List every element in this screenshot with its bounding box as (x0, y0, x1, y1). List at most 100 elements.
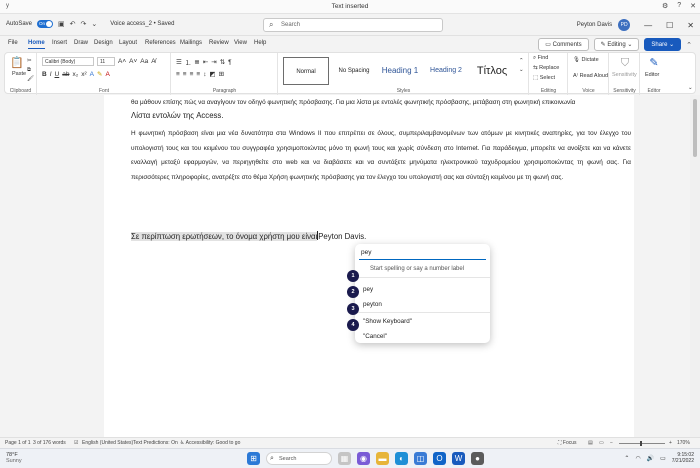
tab-design[interactable]: Design (94, 40, 113, 46)
taskbar-search[interactable]: Search (266, 452, 332, 465)
highlight-icon[interactable]: ✎ (97, 70, 102, 78)
tab-draw[interactable]: Draw (74, 40, 88, 46)
file-explorer-icon[interactable]: ▦ (338, 452, 351, 465)
tray-overflow-icon[interactable]: ⌃ (624, 455, 629, 462)
settings-icon[interactable]: ⚙ (662, 2, 668, 10)
proofing-icon[interactable]: ☑ (74, 440, 78, 446)
tab-review[interactable]: Review (209, 40, 229, 46)
shading-icon[interactable]: ◩ (209, 70, 215, 78)
number-label-3[interactable]: 3 (347, 303, 359, 315)
tab-help[interactable]: Help (254, 40, 266, 46)
collapse-ribbon-icon[interactable]: ⌃ (686, 41, 692, 49)
editor-button-label[interactable]: Editor (645, 72, 659, 78)
number-label-1[interactable]: 1 (347, 270, 359, 282)
styles-scroll-up-icon[interactable]: ⌃ (519, 58, 524, 64)
close-icon[interactable]: ✕ (690, 2, 696, 10)
wifi-icon[interactable]: ◠ (635, 455, 640, 462)
user-name[interactable]: Peyton Davis (577, 22, 612, 28)
font-size-select[interactable]: 11 (97, 57, 115, 66)
tab-insert[interactable]: Insert (52, 40, 67, 46)
tab-file[interactable]: File (8, 40, 18, 46)
paste-icon[interactable]: 📋 (10, 56, 24, 70)
autosave-toggle[interactable]: On (37, 20, 54, 28)
zoom-slider-thumb[interactable] (640, 441, 642, 446)
select-button[interactable]: ⬚ Select (533, 75, 555, 81)
vertical-scrollbar[interactable] (690, 95, 700, 437)
voice-access-icon[interactable]: ● (471, 452, 484, 465)
align-left-icon[interactable]: ≡ (176, 71, 180, 78)
zoom-out-icon[interactable]: − (610, 440, 613, 446)
sort-icon[interactable]: ⇅ (220, 58, 225, 66)
edge-icon[interactable]: ◐ (395, 452, 408, 465)
teams-icon[interactable]: ◉ (357, 452, 370, 465)
zoom-in-icon[interactable]: + (669, 440, 672, 446)
paste-label[interactable]: Paste (12, 71, 26, 77)
accessibility-status[interactable]: ♿ Accessibility: Good to go (180, 440, 240, 446)
page-count[interactable]: Page 1 of 1 (5, 440, 31, 446)
style-title[interactable]: Τίτλος (469, 57, 515, 85)
italic-icon[interactable]: I (50, 71, 52, 78)
document-name[interactable]: Voice access_2 • Saved (110, 21, 174, 27)
read-mode-icon[interactable]: ▤ (588, 440, 593, 446)
sensitivity-button-label[interactable]: Sensitivity (612, 72, 637, 78)
find-button[interactable]: ⌕ Find (533, 55, 548, 62)
style-normal[interactable]: Normal (283, 57, 329, 85)
align-center-icon[interactable]: ≡ (183, 71, 187, 78)
scrollbar-thumb[interactable] (693, 99, 697, 157)
number-label-2[interactable]: 2 (347, 286, 359, 298)
subscript-icon[interactable]: x₂ (72, 71, 78, 78)
share-button[interactable]: Share ⌄ (644, 38, 682, 51)
minimize-icon[interactable]: — (644, 21, 652, 30)
style-heading-1[interactable]: Heading 1 (377, 57, 423, 85)
maximize-icon[interactable]: ☐ (666, 21, 673, 30)
word-count[interactable]: 3 of 176 words (33, 440, 66, 446)
weather-widget[interactable]: 78°F Sunny (6, 452, 22, 464)
window-close-icon[interactable]: ✕ (687, 21, 694, 30)
tab-view[interactable]: View (234, 40, 247, 46)
line-spacing-icon[interactable]: ↕ (203, 71, 206, 78)
font-name-select[interactable]: Calibri (Body) (42, 57, 94, 66)
ribbon-expand-icon[interactable]: ⌄ (688, 85, 693, 91)
copy-icon[interactable]: ⧉ (27, 67, 31, 74)
editing-mode-button[interactable]: ✎ Editing ⌄ (593, 38, 640, 51)
strikethrough-icon[interactable]: ab (62, 71, 69, 78)
text-effects-icon[interactable]: A (90, 71, 94, 78)
clear-formatting-icon[interactable]: A̸ (151, 58, 155, 65)
print-layout-icon[interactable]: ▭ (599, 440, 604, 446)
dictate-button[interactable]: 🎙 Dictate (573, 57, 599, 63)
style-no-spacing[interactable]: No Spacing (331, 57, 377, 85)
language[interactable]: English (United States) (82, 440, 133, 446)
spelling-input[interactable]: pey (359, 247, 486, 260)
editor-icon[interactable]: ✎ (647, 56, 661, 70)
show-marks-icon[interactable]: ¶ (228, 59, 232, 66)
document-area[interactable]: θα μάθουν επίσης πώς να αναγίγουν τον οδ… (0, 95, 690, 437)
customize-qat-icon[interactable]: ⌄ (91, 20, 97, 28)
increase-indent-icon[interactable]: ⇥ (211, 58, 216, 66)
save-icon[interactable]: ▣ (58, 20, 65, 28)
volume-icon[interactable]: 🔊 (647, 455, 654, 462)
zoom-slider[interactable] (619, 443, 665, 444)
replace-button[interactable]: ⇆ Replace (533, 65, 559, 71)
bullets-icon[interactable]: ☰ (176, 58, 182, 66)
text-predictions[interactable]: Text Predictions: On (133, 440, 178, 446)
zoom-level[interactable]: 170% (677, 440, 690, 446)
superscript-icon[interactable]: x² (81, 71, 86, 78)
search-box[interactable]: ⌕ Search (263, 18, 443, 32)
outlook-icon[interactable]: O (433, 452, 446, 465)
font-color-icon[interactable]: A (105, 71, 109, 78)
cut-icon[interactable]: ✂ (27, 58, 32, 64)
bold-icon[interactable]: B (42, 71, 47, 78)
justify-icon[interactable]: ≡ (196, 71, 200, 78)
start-icon[interactable]: ⊞ (247, 452, 260, 465)
tab-layout[interactable]: Layout (119, 40, 137, 46)
underline-icon[interactable]: U (55, 71, 60, 78)
borders-icon[interactable]: ⊞ (219, 70, 224, 78)
format-painter-icon[interactable]: 🖌 (27, 76, 34, 82)
comments-button[interactable]: ▭ Comments (538, 38, 589, 51)
number-label-4[interactable]: 4 (347, 319, 359, 331)
align-right-icon[interactable]: ≡ (190, 71, 194, 78)
avatar[interactable]: PD (618, 19, 631, 31)
tab-references[interactable]: References (145, 40, 176, 46)
store-icon[interactable]: ◫ (414, 452, 427, 465)
tab-home[interactable]: Home (28, 40, 45, 49)
